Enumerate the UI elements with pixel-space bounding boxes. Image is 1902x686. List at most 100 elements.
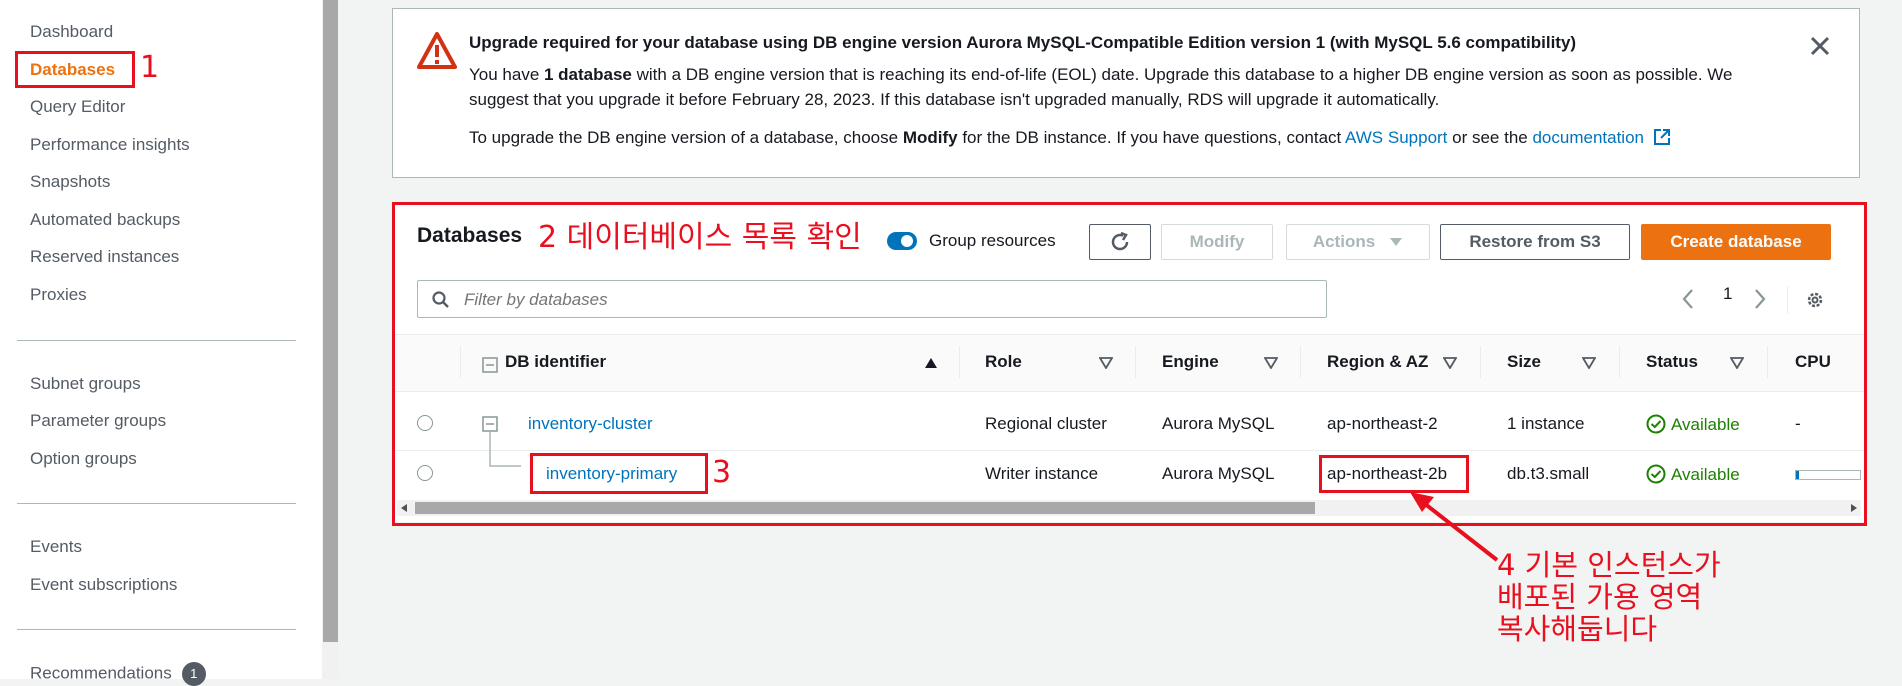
sort-icon[interactable] [1443, 357, 1457, 369]
status-badge: Available [1646, 464, 1740, 485]
sidebar-item-performance-insights[interactable]: Performance insights [30, 135, 190, 155]
size-cell: 1 instance [1507, 414, 1585, 433]
status-text: Available [1671, 415, 1740, 434]
collapse-row-icon[interactable] [482, 416, 498, 432]
databases-title: Databases [417, 224, 523, 247]
column-header-role[interactable]: Role [985, 352, 1022, 372]
warning-icon [417, 32, 457, 69]
region-cell: ap-northeast-2 [1327, 414, 1438, 433]
sidebar-item-events[interactable]: Events [30, 537, 82, 557]
status-text: Available [1671, 465, 1740, 484]
annotation-4-label: 4 기본 인스턴스가 배포된 가용 영역 복사해둡니다 [1497, 549, 1721, 645]
sidebar-item-recommendations[interactable]: Recommendations 1 [30, 662, 206, 686]
sidebar-nav: Dashboard Databases Query Editor Perform… [0, 0, 323, 686]
annotation-number-1: 1 [140, 50, 160, 85]
role-cell: Writer instance [985, 464, 1099, 483]
column-header-cpu[interactable]: CPU [1795, 352, 1831, 372]
table-header [392, 334, 1866, 392]
column-separator [1619, 346, 1620, 378]
chevron-right-icon[interactable] [1753, 288, 1767, 310]
refresh-icon [1111, 231, 1129, 251]
column-header-region-az[interactable]: Region & AZ [1327, 352, 1428, 372]
role-cell: Regional cluster [985, 414, 1107, 433]
search-icon [432, 291, 449, 308]
page-number[interactable]: 1 [1723, 284, 1732, 304]
caret-down-icon [1390, 238, 1403, 246]
sort-icon[interactable] [1730, 357, 1744, 369]
scrollbar-thumb[interactable] [415, 502, 1315, 514]
sidebar-item-snapshots[interactable]: Snapshots [30, 172, 110, 192]
alert-line-2: suggest that you upgrade it before Febru… [469, 90, 1440, 109]
column-separator [1767, 346, 1768, 378]
column-header-engine[interactable]: Engine [1162, 352, 1219, 372]
annotation-2-label: 2 데이터베이스 목록 확인 [538, 220, 862, 255]
sidebar-item-automated-backups[interactable]: Automated backups [30, 210, 180, 230]
sidebar-item-option-groups[interactable]: Option groups [30, 449, 137, 469]
actions-dropdown[interactable]: Actions [1286, 224, 1430, 260]
column-separator [1480, 346, 1481, 378]
sidebar-item-label: Recommendations [30, 663, 172, 683]
engine-cell: Aurora MySQL [1162, 464, 1275, 483]
sidebar-item-parameter-groups[interactable]: Parameter groups [30, 411, 166, 431]
annotation-number-3: 3 [712, 455, 732, 490]
alert-line-3: To upgrade the DB engine version of a da… [469, 128, 1671, 148]
column-header-db-identifier[interactable]: DB identifier [505, 352, 606, 372]
cpu-usage-bar [1795, 470, 1861, 480]
modify-button[interactable]: Modify [1161, 224, 1273, 260]
create-database-button[interactable]: Create database [1641, 224, 1831, 260]
sidebar-item-proxies[interactable]: Proxies [30, 285, 87, 305]
column-separator [1300, 346, 1301, 378]
group-resources-toggle[interactable] [887, 232, 917, 250]
check-circle-icon [1646, 414, 1666, 434]
sidebar-item-query-editor[interactable]: Query Editor [30, 97, 125, 117]
engine-cell: Aurora MySQL [1162, 414, 1275, 433]
status-badge: Available [1646, 414, 1740, 435]
refresh-button[interactable] [1089, 224, 1151, 260]
db-identifier-link[interactable]: inventory-primary [546, 464, 677, 484]
alert-title: Upgrade required for your database using… [469, 33, 1577, 52]
db-identifier-link[interactable]: inventory-cluster [528, 414, 653, 434]
upgrade-alert: Upgrade required for your database using… [392, 8, 1860, 178]
column-header-size[interactable]: Size [1507, 352, 1541, 372]
actions-label: Actions [1312, 232, 1376, 251]
column-separator [1135, 346, 1136, 378]
collapse-all-icon[interactable] [482, 357, 498, 373]
sort-icon[interactable] [1582, 357, 1596, 369]
aws-support-link[interactable]: AWS Support [1345, 128, 1447, 147]
documentation-link[interactable]: documentation [1532, 128, 1644, 147]
sidebar-item-subnet-groups[interactable]: Subnet groups [30, 374, 141, 394]
filter-box[interactable] [417, 280, 1327, 319]
close-icon[interactable] [1807, 33, 1833, 59]
group-resources-label: Group resources [929, 231, 1056, 250]
sidebar-item-reserved-instances[interactable]: Reserved instances [30, 247, 179, 267]
table-horizontal-scrollbar[interactable] [397, 500, 1861, 516]
column-separator [460, 346, 461, 378]
column-header-status[interactable]: Status [1646, 352, 1698, 372]
sidebar-scrollbar-thumb[interactable] [323, 0, 338, 642]
recommendations-count-badge: 1 [181, 662, 206, 686]
column-separator [959, 346, 960, 378]
annotation-4-line-1: 4 기본 인스턴스가 [1497, 548, 1721, 582]
scroll-right-icon[interactable] [1850, 503, 1858, 513]
cpu-cell: - [1795, 414, 1801, 433]
nav-divider [17, 340, 296, 341]
sort-icon[interactable] [1099, 357, 1113, 369]
sidebar-item-event-subscriptions[interactable]: Event subscriptions [30, 575, 177, 595]
annotation-4-line-2: 배포된 가용 영역 [1497, 580, 1703, 614]
sidebar-item-databases[interactable]: Databases [30, 60, 115, 80]
scroll-left-icon[interactable] [400, 503, 408, 513]
toggle-knob [901, 235, 913, 247]
external-link-icon[interactable] [1653, 128, 1671, 146]
row-select-radio[interactable] [417, 415, 433, 431]
cpu-usage-fill [1796, 471, 1799, 479]
gear-icon[interactable] [1804, 289, 1826, 311]
chevron-left-icon[interactable] [1681, 288, 1695, 310]
restore-from-s3-button[interactable]: Restore from S3 [1440, 224, 1630, 260]
tree-connector [489, 432, 521, 467]
sort-icon[interactable] [1264, 357, 1278, 369]
filter-input[interactable] [462, 281, 1316, 319]
row-divider [392, 450, 1866, 451]
row-select-radio[interactable] [417, 465, 433, 481]
sort-ascending-icon[interactable] [924, 357, 938, 369]
sidebar-item-dashboard[interactable]: Dashboard [30, 22, 113, 42]
